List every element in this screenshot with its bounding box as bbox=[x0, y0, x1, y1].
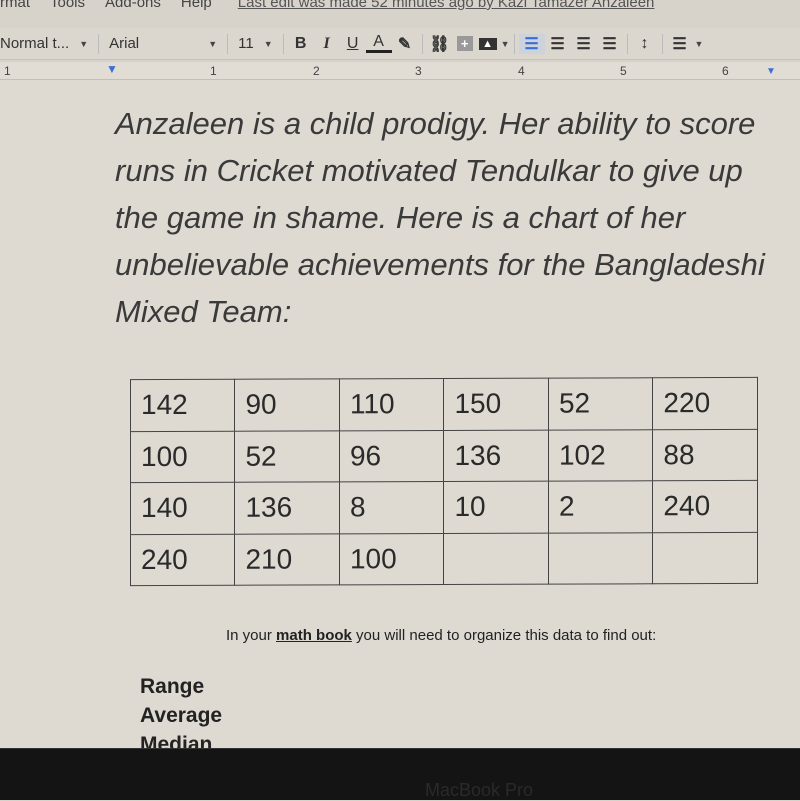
divider bbox=[98, 33, 100, 54]
table-cell[interactable]: 10 bbox=[443, 481, 549, 534]
ruler-mark: 1 bbox=[210, 64, 217, 78]
table-cell[interactable]: 52 bbox=[548, 377, 653, 430]
right-indent-marker-icon[interactable]: ▼ bbox=[766, 66, 776, 77]
italic-button[interactable]: I bbox=[314, 35, 340, 53]
ruler-mark: 4 bbox=[518, 64, 525, 78]
divider bbox=[513, 33, 515, 54]
table-cell[interactable]: 136 bbox=[443, 429, 549, 482]
add-comment-icon[interactable]: + bbox=[456, 36, 473, 51]
table-cell[interactable] bbox=[548, 532, 653, 585]
divider bbox=[626, 33, 628, 54]
last-edit-link[interactable]: Last edit was made 52 minutes ago by Kaz… bbox=[238, 0, 655, 16]
divider bbox=[421, 33, 423, 54]
divider bbox=[661, 33, 663, 54]
table-row: 240 210 100 bbox=[130, 531, 758, 586]
highlight-pen-icon[interactable]: ✎ bbox=[392, 34, 418, 54]
table-cell[interactable]: 96 bbox=[339, 430, 444, 482]
table-cell[interactable]: 88 bbox=[652, 428, 758, 481]
font-size-dropdown[interactable]: 11 ▼ bbox=[232, 28, 279, 59]
term-average: Average bbox=[140, 704, 223, 727]
line-spacing-icon[interactable]: ↕ bbox=[632, 35, 658, 53]
ruler-mark: 5 bbox=[620, 64, 627, 78]
table-cell[interactable]: 240 bbox=[652, 480, 758, 533]
menu-format[interactable]: rmat bbox=[0, 0, 30, 16]
laptop-bezel bbox=[0, 748, 800, 800]
underline-button[interactable]: U bbox=[340, 35, 366, 53]
text-color-button[interactable]: A bbox=[365, 34, 392, 53]
table-row: 142 90 110 150 52 220 bbox=[130, 377, 758, 432]
align-right-icon[interactable]: ☰ bbox=[571, 34, 597, 54]
align-left-icon[interactable]: ☰ bbox=[518, 33, 545, 54]
chevron-down-icon[interactable]: ▼ bbox=[695, 39, 704, 49]
ruler-mark: 2 bbox=[313, 64, 320, 78]
table-cell[interactable]: 136 bbox=[234, 481, 340, 534]
indent-marker-icon[interactable]: ▼ bbox=[106, 62, 118, 76]
menu-tools[interactable]: Tools bbox=[50, 0, 85, 16]
toolbar: Normal t... ▼ Arial ▼ 11 ▼ B I U A ✎ ⛓ + ▲ ▼… bbox=[0, 28, 800, 60]
font-dropdown[interactable]: Arial ▼ bbox=[103, 28, 223, 59]
menu-addons[interactable]: Add-ons bbox=[105, 0, 161, 16]
term-range: Range bbox=[140, 675, 205, 698]
chevron-down-icon[interactable]: ▼ bbox=[501, 39, 510, 49]
table-row: 140 136 8 10 2 240 bbox=[130, 480, 758, 535]
intro-paragraph: Anzaleen is a child prodigy. Her ability… bbox=[115, 106, 765, 329]
menu-help[interactable]: Help bbox=[181, 0, 212, 16]
table-cell[interactable]: 2 bbox=[548, 480, 653, 533]
chevron-down-icon: ▼ bbox=[79, 38, 89, 49]
table-cell[interactable]: 100 bbox=[130, 430, 235, 483]
table-cell[interactable]: 140 bbox=[130, 482, 235, 535]
numbered-list-icon[interactable]: ☰ bbox=[667, 34, 693, 54]
data-table: 142 90 110 150 52 220 100 52 96 136 102 88 140 136 8 10… bbox=[130, 377, 758, 586]
bold-button[interactable]: B bbox=[288, 35, 314, 53]
divider bbox=[227, 33, 229, 54]
style-value: Normal t... bbox=[0, 35, 70, 52]
table-cell[interactable] bbox=[652, 531, 758, 584]
table-cell[interactable] bbox=[443, 532, 549, 585]
align-center-icon[interactable]: ☰ bbox=[545, 34, 571, 54]
table-row: 100 52 96 136 102 88 bbox=[130, 428, 758, 483]
table-cell[interactable]: 102 bbox=[548, 429, 653, 482]
table-cell[interactable]: 220 bbox=[652, 377, 758, 430]
ruler[interactable]: 1 ▼ 1 2 3 4 5 6 ▼ bbox=[0, 62, 800, 80]
table-cell[interactable]: 142 bbox=[130, 379, 235, 432]
font-value: Arial bbox=[109, 35, 140, 52]
align-justify-icon[interactable]: ☰ bbox=[597, 34, 623, 54]
terms-list: Range Average Median bbox=[140, 672, 222, 759]
table-cell[interactable]: 240 bbox=[130, 533, 235, 586]
font-size-value: 11 bbox=[238, 35, 254, 52]
table-cell[interactable]: 100 bbox=[339, 533, 444, 585]
note-prefix: In your bbox=[226, 627, 277, 644]
table-cell[interactable]: 8 bbox=[339, 481, 444, 534]
menu-bar: rmat Tools Add-ons Help Last edit was ma… bbox=[0, 0, 800, 16]
style-dropdown[interactable]: Normal t... ▼ bbox=[0, 28, 94, 59]
note-bold: math book bbox=[276, 627, 352, 644]
ruler-mark: 1 bbox=[4, 64, 11, 78]
table-cell[interactable]: 150 bbox=[443, 378, 549, 431]
table-cell[interactable]: 110 bbox=[339, 378, 444, 431]
insert-image-icon[interactable]: ▲ bbox=[478, 37, 497, 50]
divider bbox=[282, 33, 284, 54]
instruction-text: In your math book you will need to organ… bbox=[226, 627, 656, 644]
table-cell[interactable]: 52 bbox=[234, 430, 340, 483]
table-cell[interactable]: 210 bbox=[234, 533, 340, 586]
device-brand: MacBook Pro bbox=[425, 780, 534, 800]
table-cell[interactable]: 90 bbox=[234, 378, 340, 431]
chevron-down-icon: ▼ bbox=[263, 38, 273, 49]
note-suffix: you will need to organize this data to f… bbox=[351, 627, 657, 644]
ruler-mark: 6 bbox=[722, 64, 729, 78]
ruler-mark: 3 bbox=[415, 64, 422, 78]
chevron-down-icon: ▼ bbox=[208, 38, 218, 49]
link-icon[interactable]: ⛓ bbox=[427, 34, 453, 54]
